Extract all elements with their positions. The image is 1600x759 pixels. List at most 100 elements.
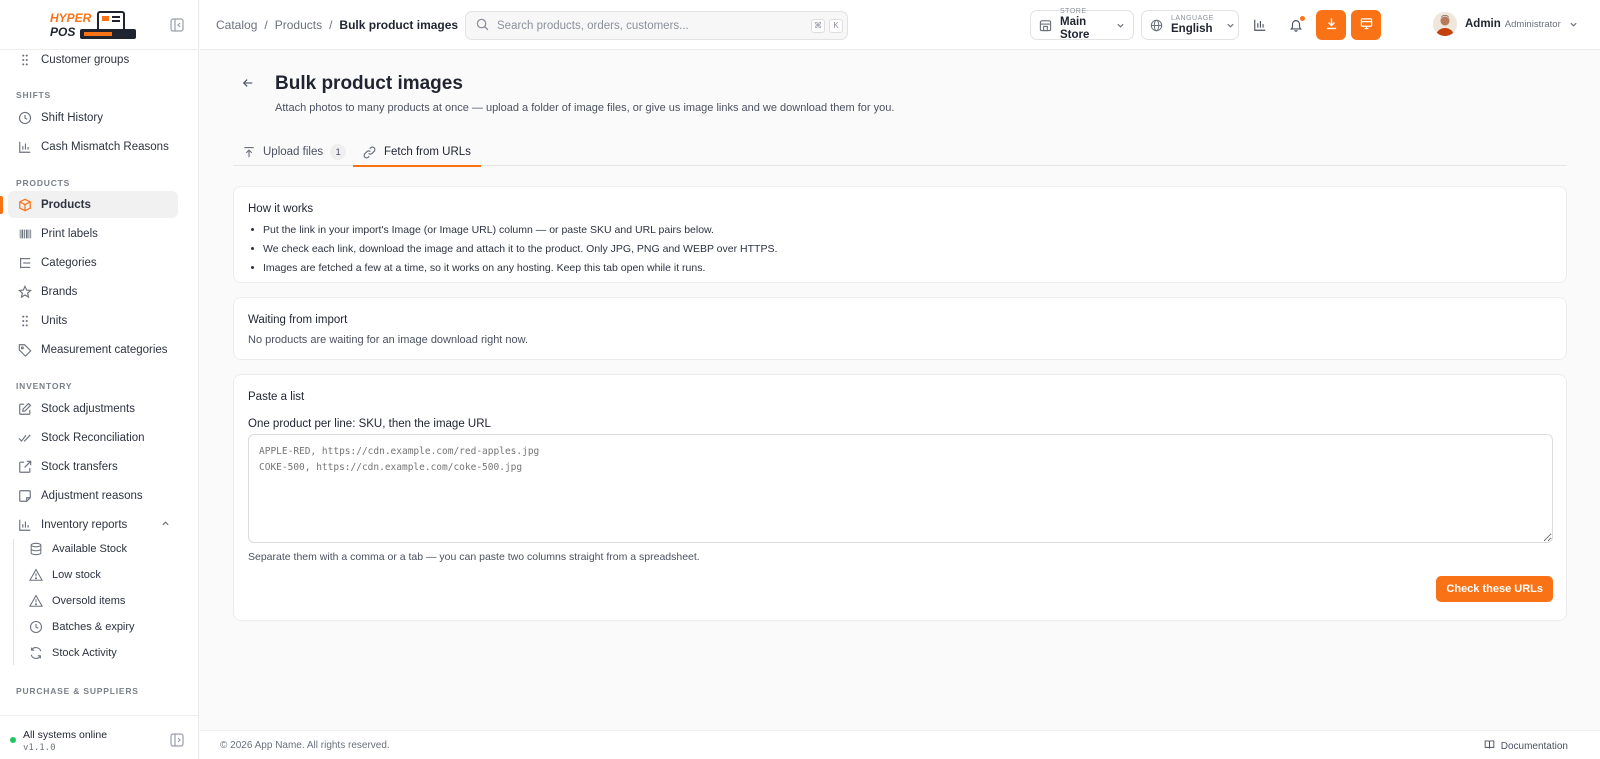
back-arrow-icon[interactable]: [240, 75, 256, 91]
waiting-from-import-card: Waiting from import No products are wait…: [233, 297, 1567, 360]
how-it-works-list: Put the link in your import's Image (or …: [248, 220, 777, 277]
sidebar-item-label: Shift History: [41, 111, 103, 124]
svg-text:POS: POS: [50, 25, 75, 39]
book-icon: [1484, 739, 1495, 753]
tab-count-badge: 1: [330, 144, 347, 160]
tab-fetch-from-urls[interactable]: Fetch from URLs: [353, 138, 481, 167]
url-list-textarea[interactable]: [248, 434, 1553, 543]
sidebar-item-stock-adjustments[interactable]: Stock adjustments: [8, 395, 178, 422]
sidebar-item-label: Stock adjustments: [41, 402, 135, 415]
warning-icon: [28, 567, 44, 583]
sidebar-subitem-low-stock[interactable]: Low stock: [22, 564, 172, 586]
language-caption: LANGUAGE: [1171, 14, 1214, 22]
search-input[interactable]: [497, 19, 811, 32]
page-title: Bulk product images: [275, 73, 463, 94]
sidebar-subitem-stock-activity[interactable]: Stock Activity: [22, 642, 172, 664]
language-selector[interactable]: LANGUAGE English: [1141, 10, 1239, 40]
tab-label: Fetch from URLs: [384, 146, 471, 158]
sidebar-subitem-available-stock[interactable]: Available Stock: [22, 538, 172, 560]
sidebar-footer: All systems online v1.1.0: [0, 715, 198, 759]
grip-icon: [17, 313, 33, 329]
bar-chart-icon: [17, 139, 33, 155]
upload-icon: [243, 146, 255, 158]
avatar: [1433, 12, 1457, 36]
status-indicator: [10, 737, 16, 743]
sidebar-item-measurement-categories[interactable]: Measurement categories: [8, 336, 178, 363]
sidebar-item-inventory-reports[interactable]: Inventory reports: [8, 511, 178, 538]
breadcrumb-current: Bulk product images: [339, 18, 459, 32]
sidebar-item-customer-groups[interactable]: Customer groups: [8, 50, 178, 73]
reports-chart-icon[interactable]: [1250, 15, 1270, 35]
note-icon: [17, 488, 33, 504]
refresh-icon: [28, 645, 44, 661]
url-list-label: One product per line: SKU, then the imag…: [248, 418, 491, 430]
sidebar-item-label: Cash Mismatch Reasons: [41, 140, 169, 153]
global-search[interactable]: ⌘ K: [465, 11, 848, 40]
star-icon: [17, 284, 33, 300]
notification-dot: [1300, 16, 1305, 21]
documentation-link[interactable]: Documentation: [1484, 739, 1568, 753]
section-label-purchase-suppliers: PURCHASE & SUPPLIERS: [16, 686, 139, 696]
copyright-text: © 2026 App Name. All rights reserved.: [220, 740, 390, 751]
sidebar-item-adjustment-reasons[interactable]: Adjustment reasons: [8, 482, 178, 509]
pos-terminal-icon: [1360, 17, 1373, 33]
notification-bell-icon[interactable]: [1286, 15, 1306, 35]
double-check-icon: [17, 430, 33, 446]
sidebar-item-shift-history[interactable]: Shift History: [8, 104, 178, 131]
svg-text:HYPER: HYPER: [50, 11, 92, 25]
chevron-down-icon: [1569, 20, 1578, 29]
top-header: Catalog / Products / Bulk product images…: [200, 0, 1600, 50]
chevron-down-icon: [1116, 21, 1125, 30]
sidebar-item-label: Oversold items: [52, 595, 126, 607]
barcode-icon: [17, 226, 33, 242]
sidebar-toggle-icon[interactable]: [170, 733, 184, 747]
sidebar-item-stock-reconciliation[interactable]: Stock Reconciliation: [8, 424, 178, 451]
sidebar-item-label: Products: [41, 198, 91, 211]
sidebar-collapse-icon[interactable]: [170, 18, 184, 32]
sidebar-item-print-labels[interactable]: Print labels: [8, 220, 178, 247]
check-urls-button[interactable]: Check these URLs: [1436, 576, 1553, 602]
breadcrumb-products[interactable]: Products: [275, 18, 322, 32]
sidebar-item-cash-mismatch-reasons[interactable]: Cash Mismatch Reasons: [8, 133, 178, 160]
sidebar-item-brands[interactable]: Brands: [8, 278, 178, 305]
sidebar-nav: Customer groups SHIFTS Shift History Cas…: [0, 50, 198, 715]
pos-terminal-button[interactable]: [1351, 10, 1381, 40]
sidebar-item-label: Stock Activity: [52, 647, 117, 659]
sidebar-item-products[interactable]: Products: [8, 191, 178, 218]
user-menu[interactable]: Admin Administrator: [1433, 12, 1578, 36]
hyperpos-logo[interactable]: HYPER POS: [48, 9, 140, 41]
sidebar-item-label: Measurement categories: [41, 343, 168, 356]
sidebar-subitem-batches-expiry[interactable]: Batches & expiry: [22, 616, 172, 638]
tab-upload-files[interactable]: Upload files 1: [233, 138, 356, 166]
bar-chart-icon: [17, 517, 33, 533]
sidebar-item-label: Categories: [41, 256, 97, 269]
system-status: All systems online: [23, 729, 108, 741]
section-label-shifts: SHIFTS: [16, 90, 52, 100]
card-title: How it works: [248, 203, 314, 215]
external-link-icon: [17, 459, 33, 475]
chevron-up-icon[interactable]: [161, 519, 170, 531]
sidebar-subitem-oversold-items[interactable]: Oversold items: [22, 590, 172, 612]
sidebar-item-categories[interactable]: Categories: [8, 249, 178, 276]
sidebar-item-label: Low stock: [52, 569, 101, 581]
store-selector[interactable]: STORE Main Store: [1030, 8, 1134, 41]
chevron-down-icon: [1226, 21, 1235, 30]
section-label-inventory: INVENTORY: [16, 381, 73, 391]
sidebar-item-units[interactable]: Units: [8, 307, 178, 334]
language-value: English: [1171, 22, 1213, 35]
breadcrumb-separator: /: [264, 18, 268, 32]
clock-icon: [17, 110, 33, 126]
tab-label: Upload files: [263, 146, 324, 158]
database-icon: [28, 541, 44, 557]
documentation-label: Documentation: [1500, 740, 1568, 752]
shortcut-key-cmd: ⌘: [811, 18, 825, 33]
store-value: Main Store: [1060, 16, 1090, 41]
sidebar-item-stock-transfers[interactable]: Stock transfers: [8, 453, 178, 480]
warning-icon: [28, 593, 44, 609]
sidebar-item-label: Stock Reconciliation: [41, 431, 145, 444]
breadcrumb-catalog[interactable]: Catalog: [216, 18, 257, 32]
active-indicator: [0, 196, 3, 214]
box-icon: [17, 197, 33, 213]
user-name: Admin: [1465, 18, 1501, 30]
download-button[interactable]: [1316, 10, 1346, 40]
